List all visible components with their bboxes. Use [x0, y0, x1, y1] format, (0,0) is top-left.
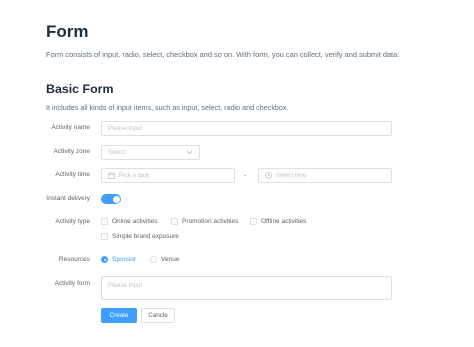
radio-sponsor[interactable]: Sponsor [101, 256, 136, 263]
checkbox-label: Simple brand exposure [112, 233, 179, 240]
clock-icon [265, 172, 272, 179]
page-description: Form consists of input, radio, select, c… [46, 50, 400, 59]
instant-delivery-switch[interactable] [101, 194, 121, 204]
checkbox-square [250, 218, 257, 225]
checkbox-label: Offline activities [261, 218, 307, 225]
resources-label: Resources [58, 256, 90, 263]
radio-circle [150, 256, 157, 263]
checkbox-square [101, 218, 108, 225]
activity-form-label: Activity form [54, 280, 90, 287]
radio-label: Sponsor [112, 256, 137, 263]
activity-name-input[interactable]: Please input [101, 121, 392, 136]
checkbox-online-activities[interactable]: Online activities [101, 218, 158, 225]
checkbox-label: Promotion activities [182, 218, 239, 225]
date-picker-input[interactable]: Pick a date [101, 168, 235, 183]
date-placeholder: Pick a date [119, 172, 150, 179]
cancel-button[interactable]: Cancle [141, 308, 175, 323]
switch-knob [112, 195, 120, 203]
time-separator: - [244, 172, 247, 179]
calendar-icon [108, 172, 115, 179]
activity-zone-label: Activity zone [53, 148, 91, 155]
time-picker-input[interactable]: Select time [258, 168, 392, 183]
time-placeholder: Select time [276, 172, 307, 179]
chevron-down-icon [186, 150, 193, 155]
section-description: It includes all kinds of input items, su… [46, 103, 289, 112]
activity-form-textarea[interactable]: Please input [101, 276, 392, 300]
activity-zone-select[interactable]: Select [101, 145, 200, 160]
radio-venue[interactable]: Venue [150, 256, 179, 263]
checkbox-simple-brand-exposure[interactable]: Simple brand exposure [101, 233, 179, 240]
checkbox-offline-activities[interactable]: Offline activities [250, 218, 306, 225]
activity-form-placeholder: Please input [108, 282, 143, 289]
activity-type-label: Activity type [55, 218, 90, 225]
create-button[interactable]: Create [101, 308, 137, 323]
activity-name-label: Activity name [51, 124, 90, 131]
activity-name-placeholder: Please input [108, 125, 143, 132]
checkbox-square [171, 218, 178, 225]
section-title: Basic Form [46, 82, 114, 96]
activity-time-label: Activity time [55, 171, 90, 178]
checkbox-square [101, 233, 108, 240]
checkbox-label: Online activities [112, 218, 158, 225]
page-title: Form [46, 22, 89, 41]
radio-circle [101, 256, 108, 263]
checkbox-promotion-activities[interactable]: Promotion activities [171, 218, 238, 225]
radio-label: Venue [161, 256, 180, 263]
instant-delivery-label: Instant delivery [46, 195, 90, 202]
activity-zone-placeholder: Select [108, 149, 126, 156]
